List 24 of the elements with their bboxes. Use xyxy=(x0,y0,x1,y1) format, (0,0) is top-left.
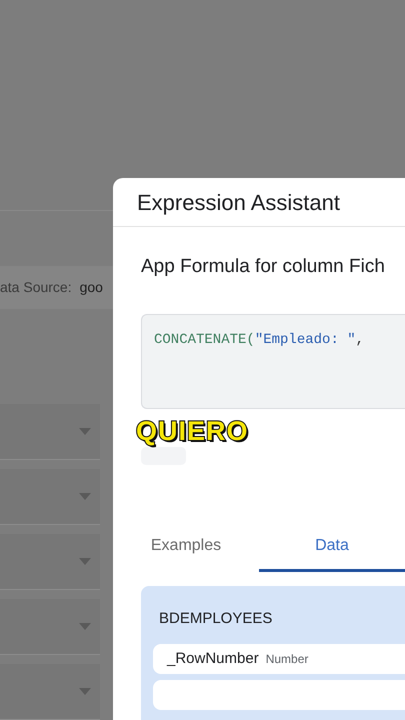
dropdown-field[interactable] xyxy=(0,599,100,655)
caret-icon xyxy=(79,688,91,695)
dropdown-field[interactable] xyxy=(0,664,100,720)
dropdown-field[interactable] xyxy=(0,534,100,590)
column-row[interactable]: _RowNumber Number xyxy=(153,644,405,674)
tab[interactable]: Examples xyxy=(113,524,259,572)
column-type: Number xyxy=(266,651,308,668)
formula-heading: App Formula for column Fich xyxy=(141,255,386,279)
dropdown-field[interactable] xyxy=(0,404,100,460)
caret-icon xyxy=(79,428,91,435)
table-name: BDEMPLOYEES xyxy=(159,608,274,628)
tab[interactable]: Data xyxy=(259,524,405,572)
data-source-label: ata Source: xyxy=(0,278,72,297)
video-caption: QUIERO xyxy=(136,418,249,444)
column-row[interactable] xyxy=(153,680,405,710)
expression-text: CONCATENATE("Empleado: ", xyxy=(154,332,364,348)
data-source-value: goo xyxy=(80,278,103,297)
dropdown-field[interactable] xyxy=(0,469,100,525)
dialog-title: Expression Assistant xyxy=(137,188,340,217)
caret-icon xyxy=(79,493,91,500)
caret-icon xyxy=(79,558,91,565)
caret-icon xyxy=(79,623,91,630)
expression-editor[interactable]: CONCATENATE("Empleado: ", xyxy=(141,314,405,408)
column-name: _RowNumber xyxy=(167,648,259,669)
